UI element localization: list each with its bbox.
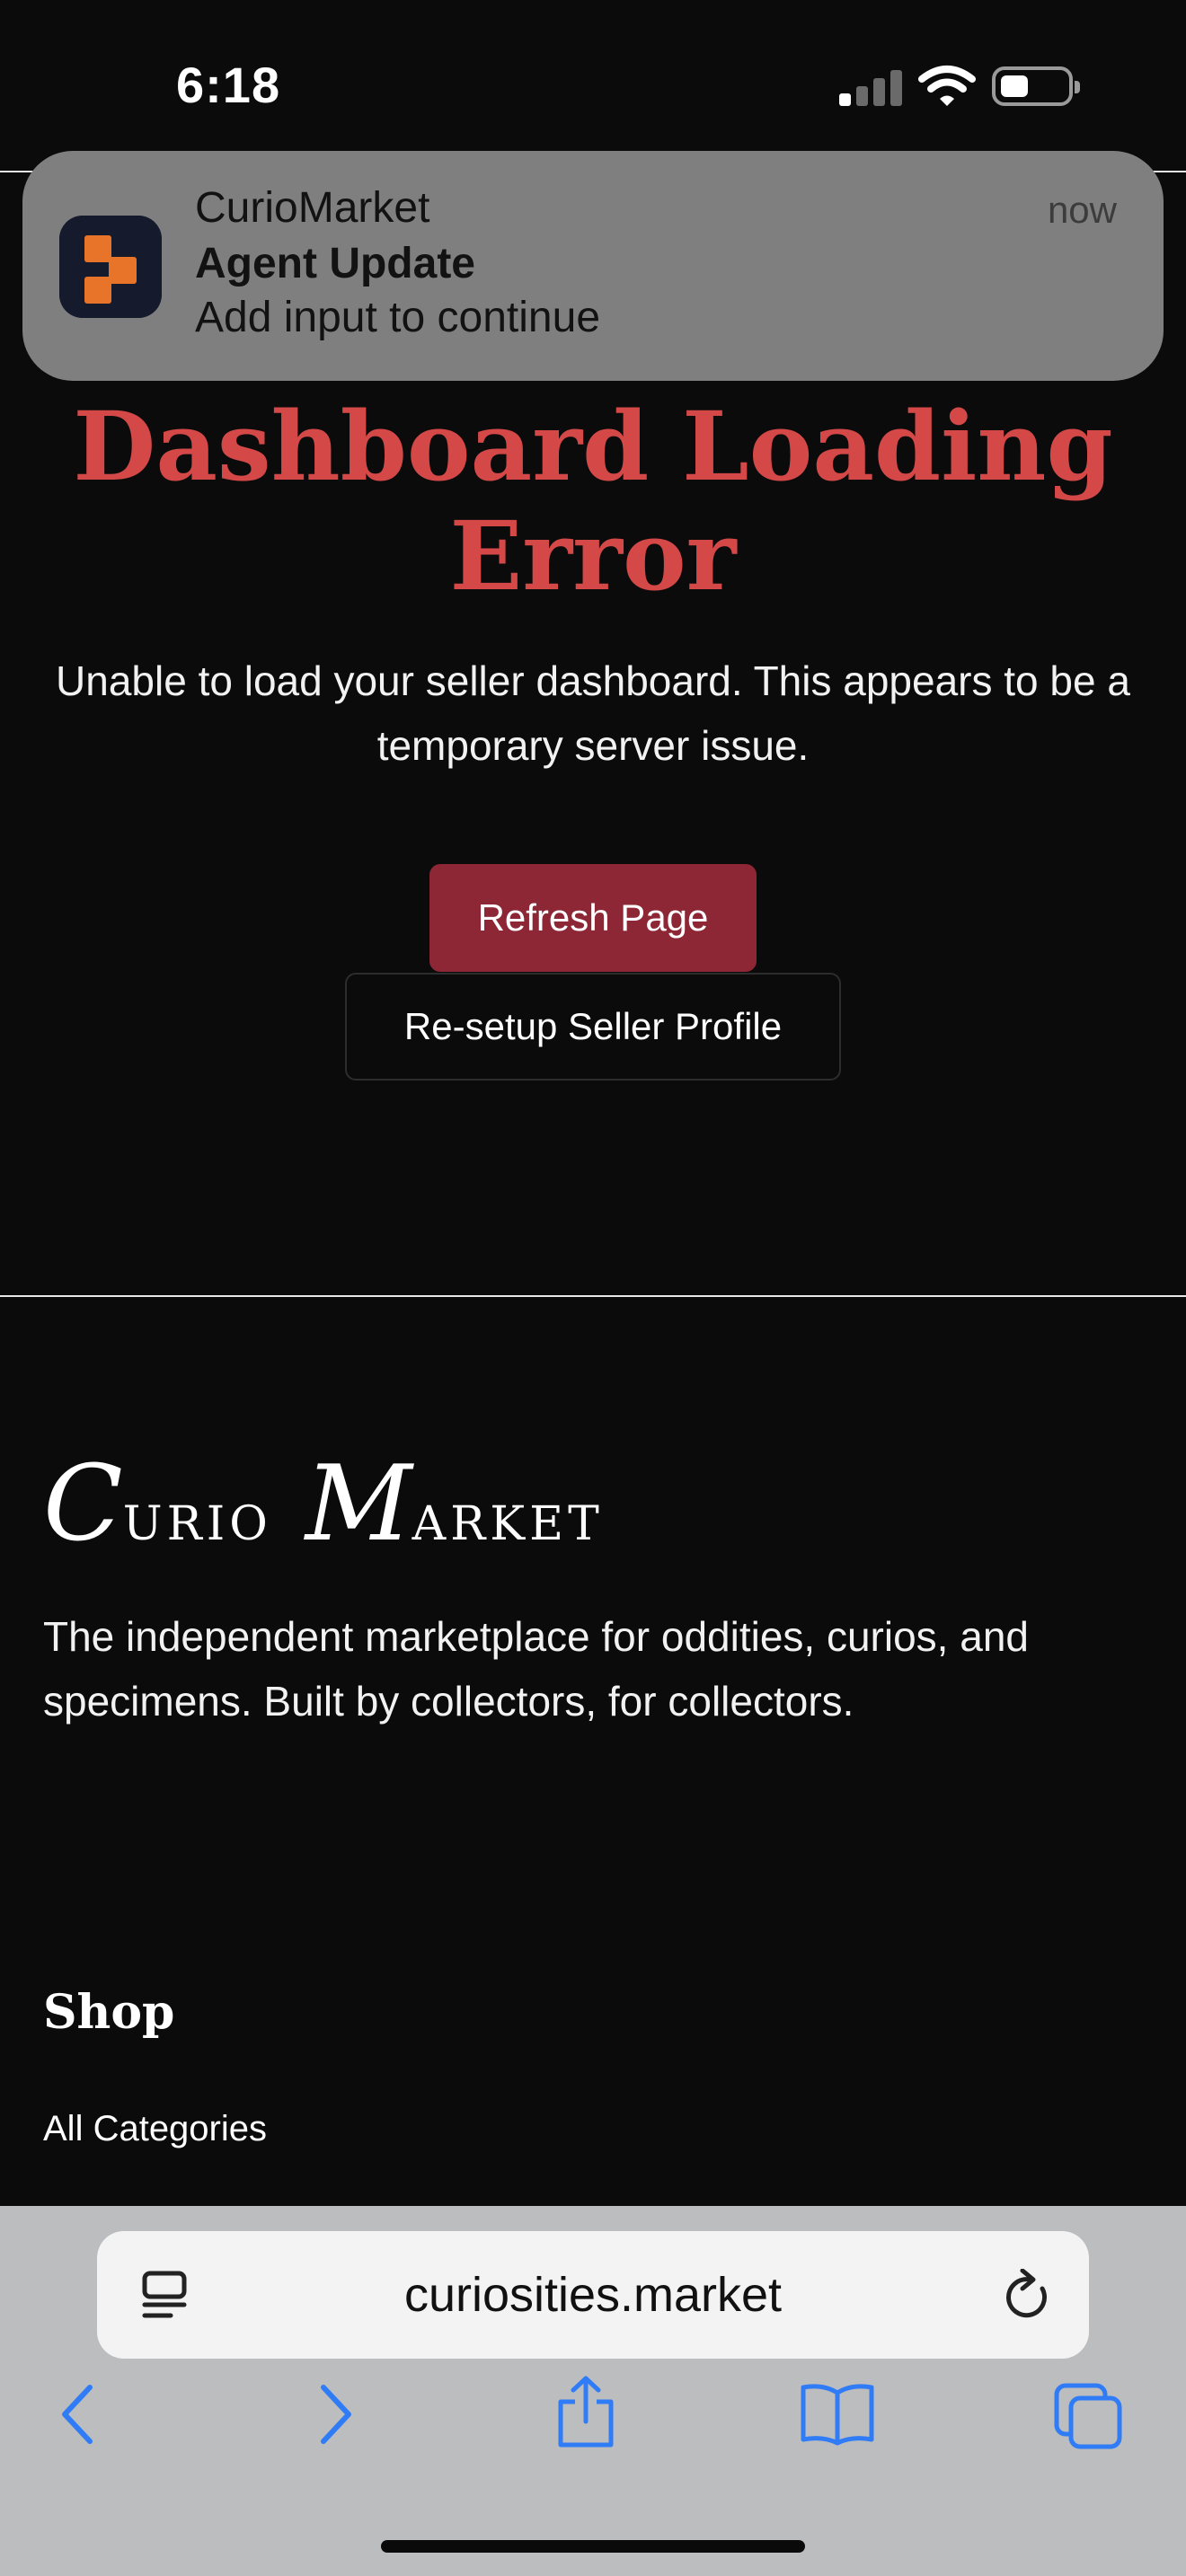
status-time: 6:18 bbox=[176, 57, 281, 113]
battery-icon bbox=[992, 66, 1080, 106]
tabs-icon[interactable] bbox=[1053, 2382, 1125, 2450]
status-bar: 6:18 bbox=[0, 0, 1186, 171]
forward-icon[interactable] bbox=[314, 2382, 358, 2447]
curiomarket-logo[interactable]: Curio Market bbox=[43, 1446, 604, 1583]
address-bar[interactable]: curiosities.market bbox=[97, 2231, 1089, 2359]
home-indicator[interactable] bbox=[381, 2540, 805, 2553]
browser-toolbar: curiosities.market bbox=[0, 2206, 1186, 2576]
notification-time: now bbox=[1047, 189, 1117, 231]
footer-link-all-categories[interactable]: All Categories bbox=[43, 2109, 267, 2149]
logo-initial-c: C bbox=[43, 1443, 123, 1565]
error-message: Unable to load your seller dashboard. Th… bbox=[56, 657, 1130, 769]
curiomarket-app-icon bbox=[59, 216, 162, 318]
footer-shop-heading: Shop bbox=[43, 1985, 175, 2040]
push-notification[interactable]: CurioMarket Agent Update Add input to co… bbox=[22, 151, 1164, 381]
logo-initial-m: M bbox=[305, 1443, 412, 1565]
notification-body: Add input to continue bbox=[195, 294, 601, 341]
wifi-icon bbox=[918, 66, 976, 106]
resetup-seller-profile-button[interactable]: Re-setup Seller Profile bbox=[345, 973, 841, 1081]
section-divider bbox=[0, 1295, 1186, 1297]
back-icon[interactable] bbox=[56, 2382, 99, 2447]
notification-app-name: CurioMarket bbox=[195, 184, 430, 232]
refresh-page-button[interactable]: Refresh Page bbox=[429, 864, 757, 972]
cellular-signal-icon bbox=[839, 68, 902, 106]
bookmarks-icon[interactable] bbox=[800, 2382, 875, 2447]
footer-tagline: The independent marketplace for oddities… bbox=[43, 1613, 1029, 1725]
reload-icon[interactable] bbox=[1003, 2269, 1053, 2323]
logo-word-curio: urio bbox=[122, 1497, 272, 1551]
logo-word-market: arket bbox=[412, 1497, 604, 1551]
notification-title: Agent Update bbox=[195, 240, 475, 287]
url-text[interactable]: curiosities.market bbox=[97, 2267, 1089, 2323]
error-title: Dashboard Loading Error bbox=[73, 390, 1113, 612]
share-icon[interactable] bbox=[555, 2375, 616, 2450]
